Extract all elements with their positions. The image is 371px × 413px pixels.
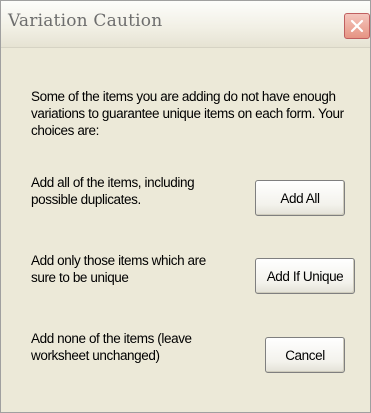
intro-text: Some of the items you are adding do not …	[31, 89, 344, 138]
add-all-button[interactable]: Add All	[255, 180, 345, 216]
window-title: Variation Caution	[8, 11, 163, 31]
dialog-body: Some of the items you are adding do not …	[1, 48, 370, 412]
close-button[interactable]	[344, 13, 370, 39]
variation-caution-dialog: Variation Caution Some of the items you …	[0, 0, 371, 413]
option-add-if-unique-description: Add only those items which are sure to b…	[31, 253, 206, 285]
cancel-button[interactable]: Cancel	[265, 337, 345, 373]
add-if-unique-button[interactable]: Add If Unique	[255, 258, 355, 294]
option-add-all-description: Add all of the items, including possible…	[31, 175, 195, 207]
title-bar[interactable]: Variation Caution	[1, 1, 370, 48]
close-icon	[350, 19, 364, 33]
option-cancel-description: Add none of the items (leave worksheet u…	[31, 331, 192, 363]
